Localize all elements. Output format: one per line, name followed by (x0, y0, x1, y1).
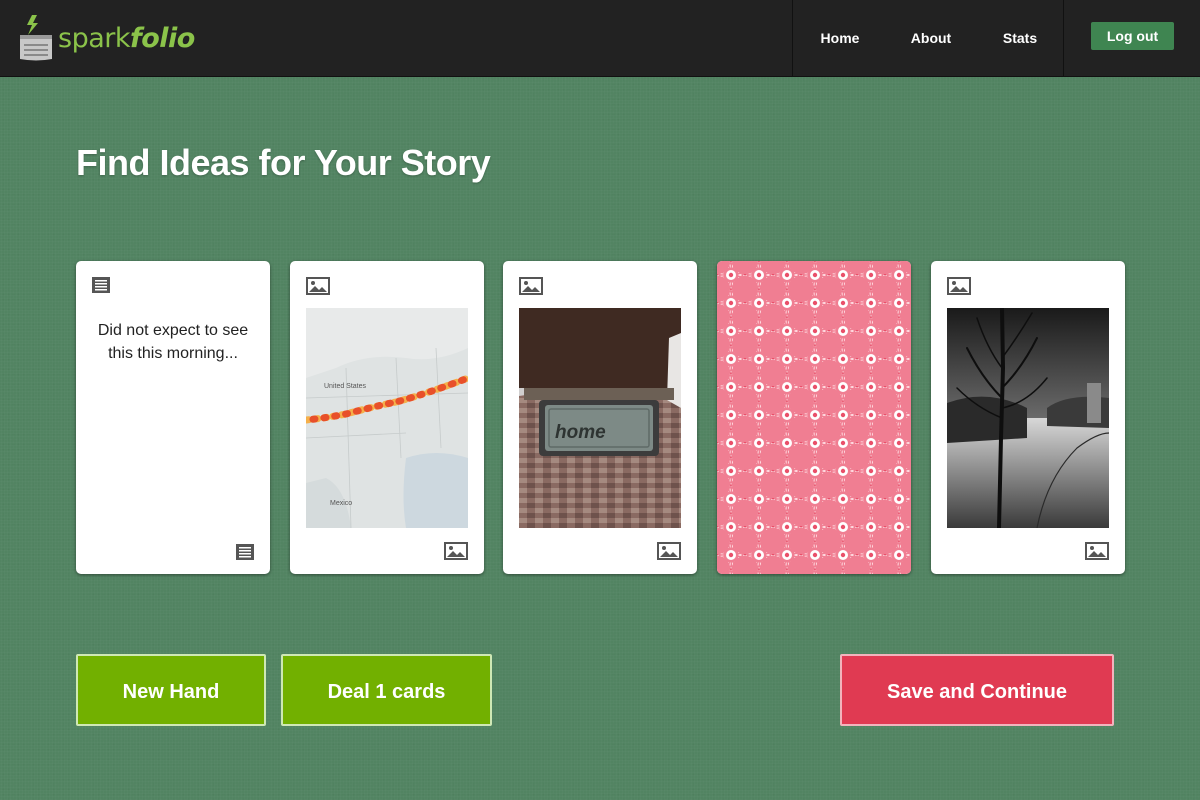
brand-name: sparkfolio (58, 25, 195, 52)
nav-about-link[interactable]: About (900, 28, 962, 48)
doormat-photo: home (519, 308, 681, 528)
image-icon (947, 277, 971, 295)
image-icon (306, 277, 330, 295)
story-card-image-map[interactable]: United States Mexico (290, 261, 484, 574)
nav-divider (792, 0, 793, 77)
brand-name-part1: spark (58, 22, 131, 54)
brand-logo[interactable]: sparkfolio (18, 13, 195, 63)
image-icon (657, 542, 681, 560)
image-icon (1085, 542, 1109, 560)
top-navigation-bar: sparkfolio Home About Stats Log out (0, 0, 1200, 77)
nav-divider (1063, 0, 1064, 77)
new-hand-button[interactable]: New Hand (76, 654, 266, 726)
snowy-tree-photo (947, 308, 1109, 528)
page-title: Find Ideas for Your Story (76, 142, 491, 183)
image-icon (444, 542, 468, 560)
story-card-text[interactable]: Did not expect to see this this morning.… (76, 261, 270, 574)
card-box-icon (20, 15, 52, 61)
story-card-image-doormat[interactable]: home (503, 261, 697, 574)
map-photo: United States Mexico (306, 308, 468, 528)
card-text-content: Did not expect to see this this morning.… (97, 322, 249, 362)
nav-home-link[interactable]: Home (810, 28, 870, 48)
doormat-text: home (555, 422, 606, 443)
save-and-continue-button[interactable]: Save and Continue (840, 654, 1114, 726)
text-lines-icon (92, 277, 110, 293)
card-back-pattern (717, 261, 911, 574)
text-lines-icon (236, 544, 254, 560)
story-card-back[interactable] (717, 261, 911, 574)
map-label-country: United States (324, 383, 367, 390)
nav-stats-link[interactable]: Stats (993, 28, 1047, 48)
image-icon (519, 277, 543, 295)
story-card-image-tree[interactable] (931, 261, 1125, 574)
map-label-neighbor: Mexico (330, 500, 352, 507)
logout-button[interactable]: Log out (1091, 22, 1174, 50)
brand-name-part2: folio (130, 22, 195, 54)
deal-cards-button[interactable]: Deal 1 cards (281, 654, 492, 726)
